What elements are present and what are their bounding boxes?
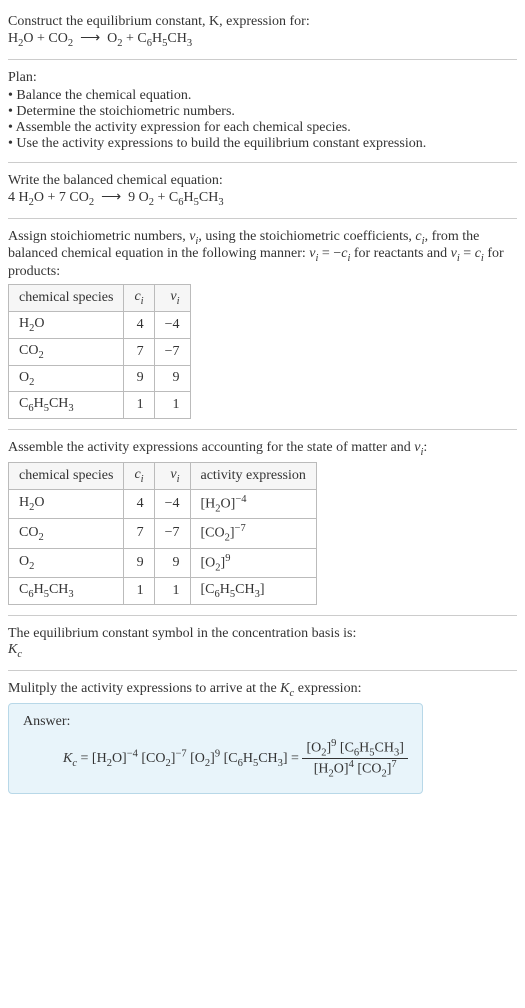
plan-item: Assemble the activity expression for eac… (8, 120, 517, 136)
kc-symbol-text: The equilibrium constant symbol in the c… (8, 626, 517, 642)
cell-species: H2O (9, 311, 124, 338)
cell-v: 1 (154, 392, 190, 419)
cell-c: 9 (124, 548, 154, 577)
fraction-numerator: [O2]9 [C6H5CH3] (302, 738, 407, 759)
cell-species: CO2 (9, 519, 124, 548)
stoich-table: chemical species ci νi H2O 4 −4 CO2 7 −7… (8, 284, 191, 419)
intro-text: Construct the equilibrium constant, K, e… (8, 14, 310, 29)
balanced-section: Write the balanced chemical equation: 4 … (8, 167, 517, 214)
plan-item: Balance the chemical equation. (8, 88, 517, 104)
stoich-section: Assign stoichiometric numbers, νi, using… (8, 223, 517, 426)
fraction-denominator: [H2O]4 [CO2]7 (302, 759, 407, 779)
kc-symbol: Kc (8, 642, 517, 660)
cell-activity: [C6H5CH3] (190, 578, 316, 605)
table-row: C6H5CH3 1 1 (9, 392, 191, 419)
cell-c: 4 (124, 489, 154, 518)
cell-activity: [CO2]−7 (190, 519, 316, 548)
cell-activity: [O2]9 (190, 548, 316, 577)
table-row: H2O 4 −4 (9, 311, 191, 338)
cell-c: 1 (124, 392, 154, 419)
multiply-section: Mulitply the activity expressions to arr… (8, 675, 517, 801)
col-v: νi (154, 462, 190, 489)
cell-v: −7 (154, 338, 190, 365)
plan-list: Balance the chemical equation. Determine… (8, 88, 517, 152)
answer-equation: Kc = [H2O]−4 [CO2]−7 [O2]9 [C6H5CH3] = [… (23, 738, 408, 780)
table-row: H2O 4 −4 [H2O]−4 (9, 489, 317, 518)
cell-species: CO2 (9, 338, 124, 365)
table-row: O2 9 9 [O2]9 (9, 548, 317, 577)
cell-species: O2 (9, 365, 124, 392)
col-species: chemical species (9, 462, 124, 489)
cell-c: 7 (124, 519, 154, 548)
col-activity: activity expression (190, 462, 316, 489)
answer-fraction: [O2]9 [C6H5CH3] [H2O]4 [CO2]7 (302, 738, 407, 780)
divider (8, 162, 517, 163)
cell-v: −4 (154, 311, 190, 338)
cell-activity: [H2O]−4 (190, 489, 316, 518)
activity-text: Assemble the activity expressions accoun… (8, 440, 517, 458)
col-v: νi (154, 285, 190, 312)
table-row: O2 9 9 (9, 365, 191, 392)
cell-c: 7 (124, 338, 154, 365)
plan-item: Use the activity expressions to build th… (8, 136, 517, 152)
activity-section: Assemble the activity expressions accoun… (8, 434, 517, 611)
table-header-row: chemical species ci νi (9, 285, 191, 312)
divider (8, 218, 517, 219)
cell-v: 9 (154, 548, 190, 577)
cell-c: 1 (124, 578, 154, 605)
col-species: chemical species (9, 285, 124, 312)
cell-v: −7 (154, 519, 190, 548)
col-c: ci (124, 462, 154, 489)
divider (8, 59, 517, 60)
balanced-heading: Write the balanced chemical equation: (8, 173, 517, 189)
intro-section: Construct the equilibrium constant, K, e… (8, 8, 517, 55)
table-row: CO2 7 −7 [CO2]−7 (9, 519, 317, 548)
cell-species: H2O (9, 489, 124, 518)
divider (8, 615, 517, 616)
cell-v: 9 (154, 365, 190, 392)
plan-item: Determine the stoichiometric numbers. (8, 104, 517, 120)
cell-c: 9 (124, 365, 154, 392)
cell-v: −4 (154, 489, 190, 518)
balanced-equation: 4 H2O + 7 CO2 ⟶ 9 O2 + C6H5CH3 (8, 189, 517, 208)
table-header-row: chemical species ci νi activity expressi… (9, 462, 317, 489)
col-c: ci (124, 285, 154, 312)
activity-table: chemical species ci νi activity expressi… (8, 462, 317, 605)
answer-box: Answer: Kc = [H2O]−4 [CO2]−7 [O2]9 [C6H5… (8, 703, 423, 795)
cell-c: 4 (124, 311, 154, 338)
table-row: C6H5CH3 1 1 [C6H5CH3] (9, 578, 317, 605)
intro-equation: H2O + CO2 ⟶ O2 + C6H5CH3 (8, 30, 517, 49)
multiply-text: Mulitply the activity expressions to arr… (8, 681, 517, 699)
cell-species: C6H5CH3 (9, 578, 124, 605)
cell-species: O2 (9, 548, 124, 577)
intro-line: Construct the equilibrium constant, K, e… (8, 14, 517, 30)
table-row: CO2 7 −7 (9, 338, 191, 365)
plan-section: Plan: Balance the chemical equation. Det… (8, 64, 517, 158)
cell-v: 1 (154, 578, 190, 605)
stoich-text: Assign stoichiometric numbers, νi, using… (8, 229, 517, 281)
kc-symbol-section: The equilibrium constant symbol in the c… (8, 620, 517, 666)
plan-heading: Plan: (8, 70, 517, 86)
answer-label: Answer: (23, 714, 408, 730)
divider (8, 429, 517, 430)
divider (8, 670, 517, 671)
cell-species: C6H5CH3 (9, 392, 124, 419)
